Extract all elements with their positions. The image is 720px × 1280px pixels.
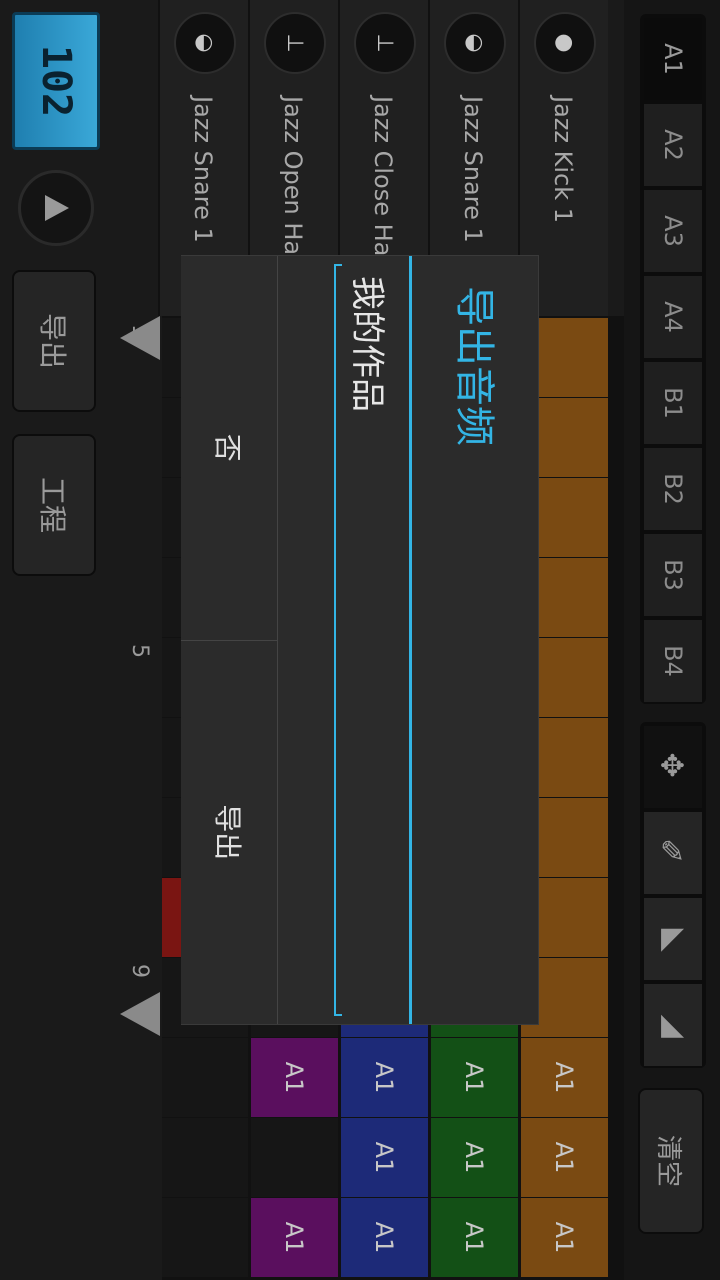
- triangle-up-icon: ◤: [661, 921, 685, 957]
- grid-cell-empty[interactable]: [251, 1118, 338, 1197]
- triangle-down-tool-button[interactable]: ◣: [644, 984, 702, 1068]
- pattern-button[interactable]: B3: [644, 534, 702, 618]
- pattern-button[interactable]: B2: [644, 448, 702, 532]
- grid-cell-label: A1: [460, 1221, 489, 1254]
- pattern-button[interactable]: A3: [644, 190, 702, 274]
- input-underline: [334, 264, 336, 1016]
- pattern-button[interactable]: A4: [644, 276, 702, 360]
- play-icon: [45, 195, 69, 221]
- timeline-ruler[interactable]: 159: [112, 316, 162, 1280]
- grid-cell-label: A1: [370, 1141, 399, 1174]
- grid-cell-label: A1: [280, 1061, 309, 1094]
- dialog-title: 导出音频: [451, 286, 497, 446]
- play-button[interactable]: [18, 170, 94, 246]
- pattern-button[interactable]: B1: [644, 362, 702, 446]
- triangle-up-tool-button[interactable]: ◤: [644, 898, 702, 982]
- filename-input[interactable]: [334, 264, 408, 1016]
- input-tick-right: [334, 1014, 342, 1016]
- grid-cell[interactable]: A1: [431, 1118, 518, 1197]
- ruler-mark: 5: [127, 644, 152, 658]
- grid-cell[interactable]: A1: [431, 1198, 518, 1277]
- triangle-down-icon: ◣: [661, 1007, 685, 1043]
- cancel-button[interactable]: 否: [181, 256, 277, 640]
- grid-cell-label: A1: [280, 1221, 309, 1254]
- cymbal-icon[interactable]: ⊥: [354, 12, 416, 74]
- clear-button[interactable]: 清空: [638, 1088, 704, 1234]
- export-button[interactable]: 导出: [12, 270, 96, 412]
- cymbal-icon[interactable]: ⊥: [264, 12, 326, 74]
- pattern-selector: A1 A2 A3 A4 B1 B2 B3 B4: [640, 14, 706, 704]
- pattern-toolbar: A1 A2 A3 A4 B1 B2 B3 B4 ✥ ✎ ◤ ◣ 清空: [624, 0, 720, 1280]
- pencil-tool-button[interactable]: ✎: [644, 812, 702, 896]
- export-confirm-button[interactable]: 导出: [181, 639, 277, 1024]
- loop-end-marker[interactable]: [120, 992, 160, 1036]
- grid-cell-label: A1: [370, 1061, 399, 1094]
- grid-cell[interactable]: A1: [251, 1198, 338, 1277]
- input-tick-left: [334, 264, 342, 266]
- app-screen: A1 A2 A3 A4 B1 B2 B3 B4 ✥ ✎ ◤ ◣ 清空 ● Jazz Kick 1 ◒ Ja…: [0, 0, 720, 1280]
- snare-drum-icon[interactable]: ◒: [444, 12, 506, 74]
- instrument-name: Jazz Close Hat: [369, 96, 397, 266]
- grid-cell[interactable]: A1: [341, 1118, 428, 1197]
- pattern-button[interactable]: A2: [644, 104, 702, 188]
- tool-selector: ✥ ✎ ◤ ◣: [640, 722, 706, 1068]
- project-button[interactable]: 工程: [12, 434, 96, 576]
- grid-cell-label: A1: [370, 1221, 399, 1254]
- instrument-name: Jazz Snare 1: [189, 96, 217, 243]
- instrument-name: Jazz Kick 1: [549, 96, 577, 224]
- grid-cell[interactable]: A1: [521, 1198, 608, 1277]
- grid-cell[interactable]: A1: [431, 1038, 518, 1117]
- move-icon: ✥: [660, 749, 686, 785]
- grid-cell[interactable]: A1: [341, 1198, 428, 1277]
- grid-cell[interactable]: A1: [521, 1118, 608, 1197]
- grid-cell-label: A1: [550, 1141, 579, 1174]
- grid-cell[interactable]: A1: [251, 1038, 338, 1117]
- instrument-name: Jazz Snare 1: [459, 96, 487, 243]
- bpm-display[interactable]: 102: [12, 12, 100, 150]
- dialog-title-divider: [409, 256, 412, 1024]
- grid-cell-empty[interactable]: [161, 1038, 248, 1117]
- dialog-actions: 否 导出: [181, 256, 278, 1024]
- transport-bar: 102 导出 工程: [0, 0, 112, 1280]
- grid-cell-label: A1: [550, 1221, 579, 1254]
- pattern-button[interactable]: A1: [644, 18, 702, 102]
- snare-drum-icon[interactable]: ◒: [174, 12, 236, 74]
- instrument-name: Jazz Open Hat: [279, 96, 307, 265]
- grid-cell[interactable]: A1: [521, 1038, 608, 1117]
- grid-cell-empty[interactable]: [161, 1198, 248, 1277]
- loop-start-marker[interactable]: [120, 316, 160, 360]
- pattern-button[interactable]: B4: [644, 620, 702, 704]
- move-tool-button[interactable]: ✥: [644, 726, 702, 810]
- export-audio-dialog: 导出音频 否 导出: [181, 256, 538, 1024]
- grid-cell-empty[interactable]: [161, 1118, 248, 1197]
- grid-cell-label: A1: [550, 1061, 579, 1094]
- ruler-mark: 9: [127, 964, 152, 978]
- grid-cell-label: A1: [460, 1141, 489, 1174]
- pencil-icon: ✎: [660, 835, 686, 871]
- kick-drum-icon[interactable]: ●: [534, 12, 596, 74]
- grid-cell[interactable]: A1: [341, 1038, 428, 1117]
- grid-cell-label: A1: [460, 1061, 489, 1094]
